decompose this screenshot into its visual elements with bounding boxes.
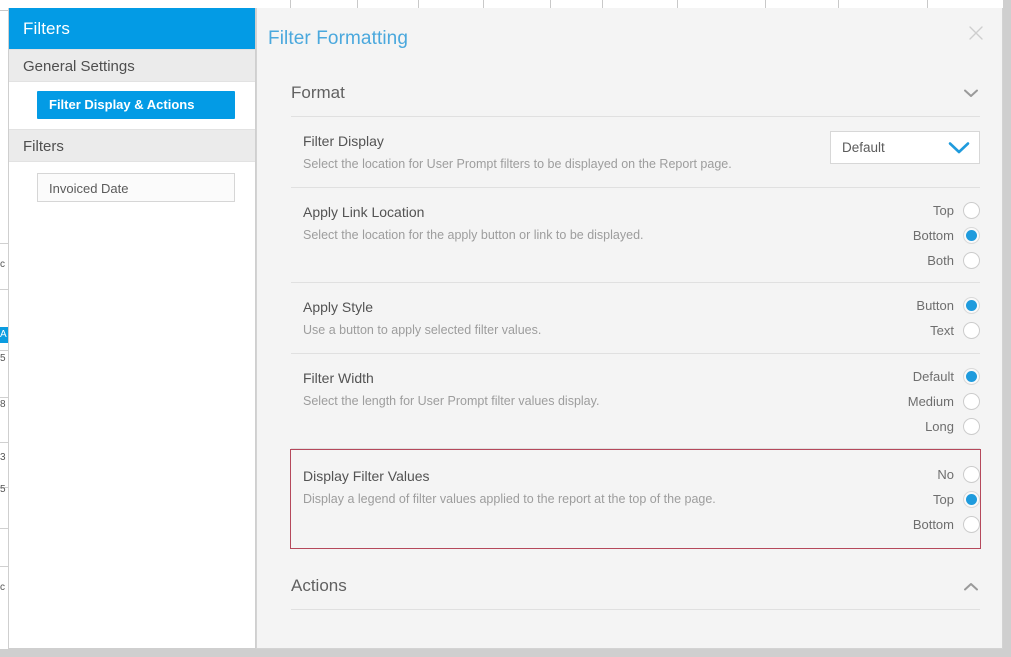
- setting-row-filter-display: Filter Display Select the location for U…: [291, 117, 980, 188]
- setting-row-display-filter-values: Display Filter Values Display a legend o…: [290, 449, 981, 549]
- chevron-down-icon[interactable]: [962, 84, 980, 102]
- setting-text-filter-width: Filter Width Select the length for User …: [291, 368, 599, 411]
- radio-label: Medium: [907, 394, 954, 409]
- setting-label: Apply Style: [303, 299, 374, 315]
- setting-row-filter-width: Filter Width Select the length for User …: [291, 354, 980, 449]
- sidebar-item-filter-display-and-actions[interactable]: Filter Display & Actions: [37, 91, 235, 119]
- radio-button-selected[interactable]: [963, 227, 980, 244]
- sidebar-item-invoiced-date[interactable]: Invoiced Date: [37, 173, 235, 202]
- radio-label: No: [937, 467, 954, 482]
- filters-list: Invoiced Date: [9, 162, 255, 202]
- section-header-general-settings: General Settings: [9, 49, 255, 82]
- radio-button[interactable]: [963, 466, 980, 483]
- radio-option-apply-link-location-top[interactable]: Top: [933, 202, 980, 219]
- setting-text-filter-display: Filter Display Select the location for U…: [291, 131, 732, 174]
- setting-text-apply-link-location: Apply Link Location Select the location …: [291, 202, 644, 245]
- setting-description: Select the location for the apply button…: [303, 228, 644, 242]
- accordion-label-format: Format: [291, 83, 345, 102]
- chevron-up-icon[interactable]: [962, 577, 980, 595]
- setting-control-filter-display: Default: [830, 131, 980, 164]
- radio-label: Both: [927, 253, 954, 268]
- filter-display-select[interactable]: Default: [830, 131, 980, 164]
- radio-button[interactable]: [963, 322, 980, 339]
- filters-panel: Filters General Settings Filter Display …: [8, 8, 256, 649]
- setting-label: Display Filter Values: [303, 468, 430, 484]
- chevron-down-icon[interactable]: [948, 141, 970, 155]
- radio-option-apply-style-button[interactable]: Button: [916, 297, 980, 314]
- setting-text-apply-style: Apply Style Use a button to apply select…: [291, 297, 541, 340]
- radio-option-apply-link-location-bottom[interactable]: Bottom: [913, 227, 980, 244]
- radio-label: Button: [916, 298, 954, 313]
- radio-option-filter-width-long[interactable]: Long: [925, 418, 980, 435]
- radio-label: Top: [933, 203, 954, 218]
- filters-panel-title: Filters: [9, 8, 255, 49]
- radio-button[interactable]: [963, 393, 980, 410]
- setting-description: Select the length for User Prompt filter…: [303, 394, 600, 408]
- radio-label: Long: [925, 419, 954, 434]
- radio-button[interactable]: [963, 202, 980, 219]
- radio-button-selected[interactable]: [963, 491, 980, 508]
- radio-button[interactable]: [963, 418, 980, 435]
- radio-label: Top: [933, 492, 954, 507]
- setting-description: Use a button to apply selected filter va…: [303, 323, 542, 337]
- radio-option-filter-width-default[interactable]: Default: [913, 368, 980, 385]
- accordion-header-actions[interactable]: Actions: [291, 563, 980, 610]
- setting-text-display-filter-values: Display Filter Values Display a legend o…: [291, 466, 716, 509]
- radio-option-apply-link-location-both[interactable]: Both: [927, 252, 980, 269]
- setting-label: Apply Link Location: [303, 204, 425, 220]
- filter-formatting-dialog: Filter Formatting Format Filter Display …: [256, 8, 1003, 649]
- section-header-filters: Filters: [9, 129, 255, 162]
- radio-button-selected[interactable]: [963, 297, 980, 314]
- accordion-spacer: [257, 549, 1002, 563]
- radio-option-display-filter-values-no[interactable]: No: [937, 466, 980, 483]
- radio-option-display-filter-values-bottom[interactable]: Bottom: [913, 516, 980, 533]
- close-icon[interactable]: [965, 22, 987, 44]
- setting-control-display-filter-values: No Top Bottom: [913, 466, 980, 533]
- page-title: Filter Formatting: [268, 28, 409, 49]
- format-settings-rows: Filter Display Select the location for U…: [290, 117, 981, 549]
- accordion-header-format[interactable]: Format: [291, 70, 980, 117]
- window-bottom-edge: [0, 649, 1011, 657]
- setting-label: Filter Width: [303, 370, 374, 386]
- radio-option-display-filter-values-top[interactable]: Top: [933, 491, 980, 508]
- setting-row-apply-link-location: Apply Link Location Select the location …: [291, 188, 980, 283]
- accordion-label-actions: Actions: [291, 576, 347, 595]
- app-screen: c A 5 8 3 5 c Filters General Settings F…: [0, 0, 1011, 657]
- setting-label: Filter Display: [303, 133, 384, 149]
- setting-description: Select the location for User Prompt filt…: [303, 157, 732, 171]
- radio-button[interactable]: [963, 252, 980, 269]
- radio-option-apply-style-text[interactable]: Text: [930, 322, 980, 339]
- dialog-body: Format Filter Display Select the locatio…: [257, 70, 1002, 648]
- radio-button-selected[interactable]: [963, 368, 980, 385]
- radio-label: Default: [912, 369, 954, 384]
- setting-description: Display a legend of filter values applie…: [303, 492, 716, 506]
- setting-control-filter-width: Default Medium Long: [908, 368, 980, 435]
- filter-display-selected-value: Default: [842, 140, 885, 155]
- setting-control-apply-link-location: Top Bottom Both: [913, 202, 980, 269]
- radio-label: Bottom: [912, 228, 954, 243]
- radio-label: Bottom: [912, 517, 954, 532]
- radio-option-filter-width-medium[interactable]: Medium: [908, 393, 980, 410]
- radio-button[interactable]: [963, 516, 980, 533]
- setting-control-apply-style: Button Text: [916, 297, 980, 339]
- general-settings-nav: Filter Display & Actions: [9, 82, 255, 129]
- radio-label: Text: [930, 323, 954, 338]
- window-right-edge: [1003, 0, 1011, 657]
- setting-row-apply-style: Apply Style Use a button to apply select…: [291, 283, 980, 354]
